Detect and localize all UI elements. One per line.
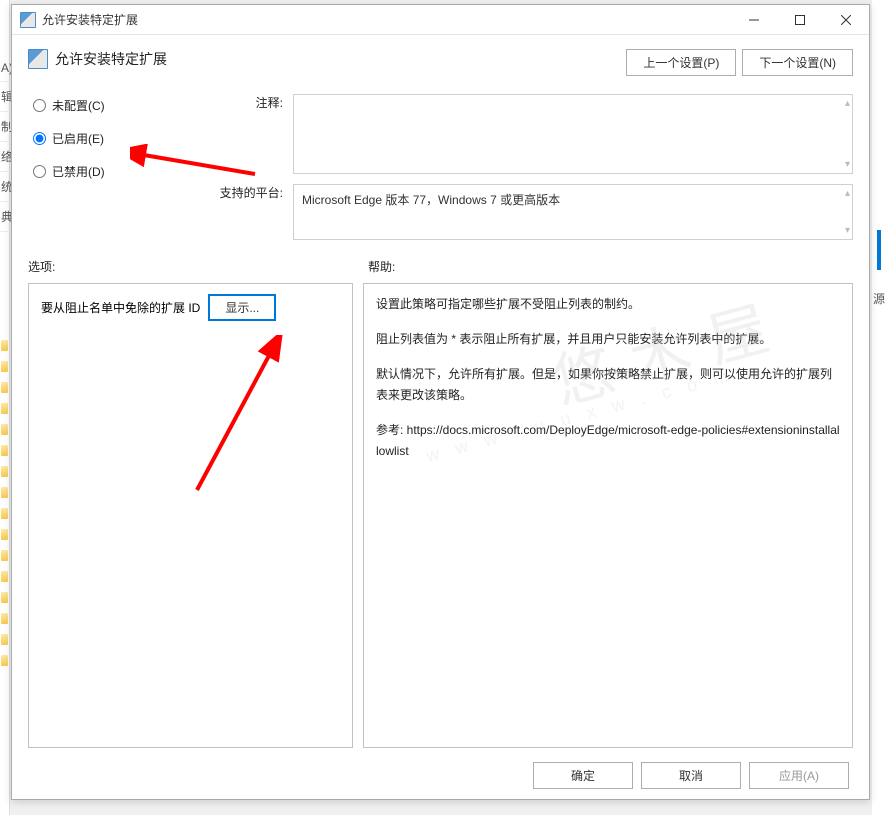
next-setting-button[interactable]: 下一个设置(N)	[742, 49, 853, 76]
help-p4: 参考: https://docs.microsoft.com/DeployEdg…	[376, 420, 840, 462]
scroll-down-icon: ▾	[845, 225, 850, 236]
radio-disabled[interactable]: 已禁用(D)	[33, 163, 238, 180]
close-button[interactable]	[823, 5, 869, 35]
radio-not-configured[interactable]: 未配置(C)	[33, 97, 238, 114]
apply-button[interactable]: 应用(A)	[749, 762, 849, 789]
comment-textarea[interactable]: ▴ ▾	[293, 94, 853, 174]
options-panel: 要从阻止名单中免除的扩展 ID 显示...	[28, 283, 353, 748]
policy-title: 允许安装特定扩展	[55, 49, 167, 69]
platform-label: 支持的平台:	[213, 184, 293, 240]
platform-textarea: Microsoft Edge 版本 77，Windows 7 或更高版本 ▴ ▾	[293, 184, 853, 240]
help-p3: 默认情况下，允许所有扩展。但是，如果你按策略禁止扩展，则可以使用允许的扩展列表来…	[376, 364, 840, 406]
dialog-window: 允许安装特定扩展 允许安装特定扩展 上一个设置(P) 下一个设置(N)	[11, 4, 870, 800]
bg-right-strip: 源	[872, 0, 885, 815]
scroll-up-icon: ▴	[845, 98, 850, 109]
scroll-up-icon: ▴	[845, 188, 850, 199]
scroll-down-icon: ▾	[845, 159, 850, 170]
radio-enabled[interactable]: 已启用(E)	[33, 130, 238, 147]
bg-folder-strip	[1, 340, 8, 676]
show-button[interactable]: 显示...	[208, 294, 276, 321]
ok-button[interactable]: 确定	[533, 762, 633, 789]
options-label: 选项:	[28, 258, 368, 275]
option-row-label: 要从阻止名单中免除的扩展 ID	[41, 299, 200, 316]
minimize-button[interactable]	[731, 5, 777, 35]
bg-left-chars: A) 辑 制 络 统 典	[0, 55, 10, 232]
prev-setting-button[interactable]: 上一个设置(P)	[626, 49, 736, 76]
policy-icon	[28, 49, 48, 69]
cancel-button[interactable]: 取消	[641, 762, 741, 789]
app-icon	[20, 12, 36, 28]
comment-label: 注释:	[238, 94, 293, 174]
maximize-button[interactable]	[777, 5, 823, 35]
window-title: 允许安装特定扩展	[42, 11, 731, 28]
bg-left-strip: A) 辑 制 络 统 典	[0, 0, 10, 815]
help-label: 帮助:	[368, 258, 395, 275]
help-p2: 阻止列表值为 * 表示阻止所有扩展，并且用户只能安装允许列表中的扩展。	[376, 329, 840, 350]
help-p1: 设置此策略可指定哪些扩展不受阻止列表的制约。	[376, 294, 840, 315]
titlebar: 允许安装特定扩展	[12, 5, 869, 35]
help-panel: 设置此策略可指定哪些扩展不受阻止列表的制约。 阻止列表值为 * 表示阻止所有扩展…	[363, 283, 853, 748]
